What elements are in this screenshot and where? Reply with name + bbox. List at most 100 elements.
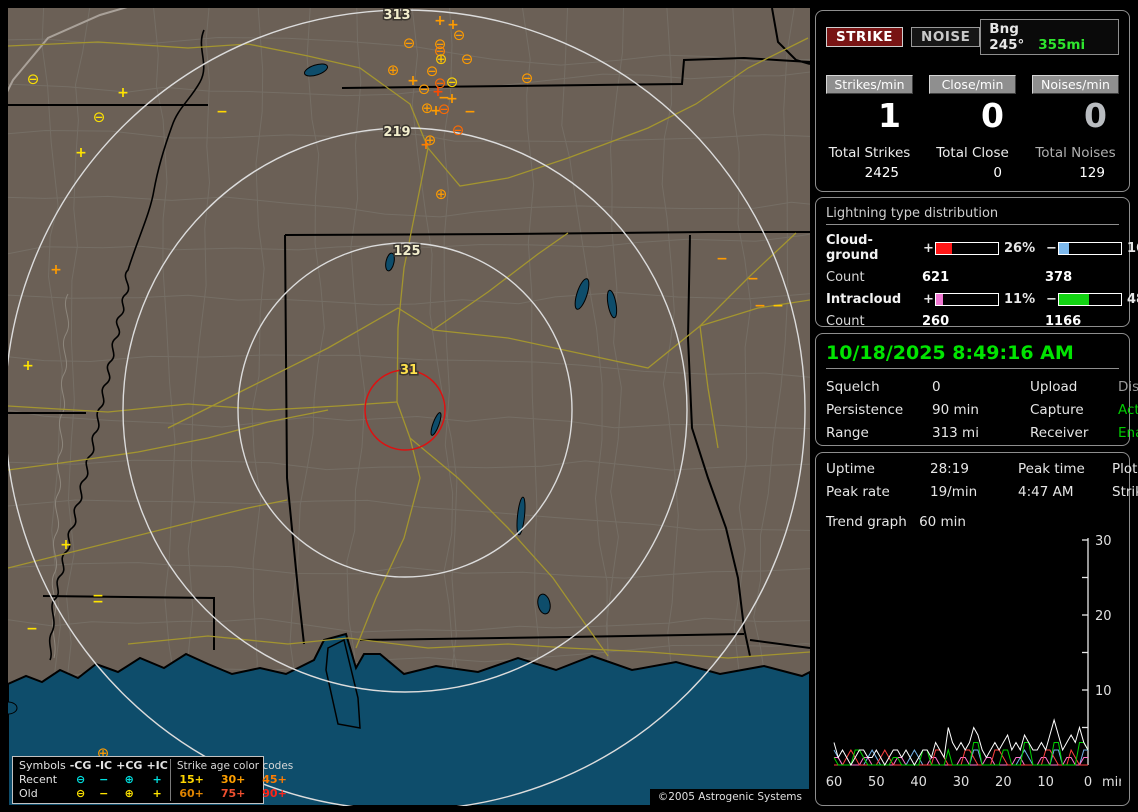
noises-per-min-label: Noises/min xyxy=(1032,75,1119,94)
strike-symbol-icp: + xyxy=(50,262,62,278)
peak-rate-label: Peak rate xyxy=(826,484,930,500)
ic-minus-sign: − xyxy=(1045,292,1058,307)
uptime-label: Uptime xyxy=(826,461,930,477)
strike-symbol-icp: + xyxy=(420,137,432,153)
trend-graph-label: Trend graph xyxy=(826,514,907,530)
svg-text:30: 30 xyxy=(953,775,970,790)
ring-label-125: 125 xyxy=(393,244,420,259)
old-cg-minus-icon: ⊖ xyxy=(68,787,94,801)
receiver-status: Enabled xyxy=(1118,425,1138,441)
ic-plus-bar xyxy=(935,293,999,306)
peak-time-value: 4:47 AM xyxy=(1018,484,1112,500)
cg-plus-bar xyxy=(935,242,999,255)
close-per-min-label: Close/min xyxy=(929,75,1016,94)
ic-plus-pct: 11% xyxy=(999,292,1045,307)
noises-per-min-value: 0 xyxy=(1032,96,1119,135)
age-15: 15+ xyxy=(170,773,212,787)
cg-plus-sign: + xyxy=(922,241,935,256)
total-strikes-label: Total Strikes xyxy=(826,145,913,161)
strike-symbol-icp: + xyxy=(75,145,87,161)
distribution-panel: Lightning type distribution Cloud-ground… xyxy=(815,197,1130,327)
upload-label: Upload xyxy=(1030,379,1118,395)
age-75: 75+ xyxy=(212,787,253,801)
strike-symbol-cgm: ⊖ xyxy=(403,34,416,52)
cg-plus-count: 621 xyxy=(922,270,1045,285)
age-60: 60+ xyxy=(170,787,212,801)
legend-col-pos-ic: +IC xyxy=(144,759,170,773)
strike-symbol-cgm: ⊖ xyxy=(93,108,106,126)
strike-symbol-icm: − xyxy=(92,594,104,610)
series-green xyxy=(834,743,1088,766)
cg-minus-bar xyxy=(1058,242,1122,255)
counters-panel: STRIKE NOISE Bng 245°355mi Strikes/min 1… xyxy=(815,10,1130,192)
svg-text:20: 20 xyxy=(995,775,1012,790)
recent-cg-plus-icon: ⊕ xyxy=(114,773,144,787)
strikes-per-min-label: Strikes/min xyxy=(826,75,913,94)
strike-symbol-cgm: ⊖ xyxy=(418,80,431,98)
old-cg-plus-icon: ⊕ xyxy=(114,787,144,801)
legend-col-neg-cg: -CG xyxy=(68,759,94,773)
strike-symbol-icm: − xyxy=(216,104,228,120)
legend-col-pos-cg: +CG xyxy=(114,759,144,773)
legend-age-title: Strike age color codes xyxy=(170,759,295,773)
strike-symbol-cgm: ⊖ xyxy=(452,121,465,139)
ring-label-313: 313 xyxy=(383,8,410,23)
ic-minus-count: 1166 xyxy=(1045,314,1138,329)
persistence-value: 90 min xyxy=(932,402,1030,418)
cg-plus-pct: 26% xyxy=(999,241,1045,256)
intracloud-label: Intracloud xyxy=(826,292,922,307)
ring-label-31: 31 xyxy=(400,363,418,378)
ring-label-219: 219 xyxy=(383,125,410,140)
squelch-value: 0 xyxy=(932,379,1030,395)
plot-header: Plot xyxy=(1112,461,1138,477)
svg-text:10: 10 xyxy=(1037,775,1054,790)
squelch-label: Squelch xyxy=(826,379,932,395)
ic-plus-sign: + xyxy=(922,292,935,307)
copyright-notice: ©2005 Astrogenic Systems xyxy=(650,789,810,806)
noise-toggle-button[interactable]: NOISE xyxy=(911,27,980,47)
total-close-value: 0 xyxy=(929,165,1016,181)
cg-minus-count: 378 xyxy=(1045,270,1138,285)
strike-symbol-icp: + xyxy=(434,13,446,29)
ic-minus-bar xyxy=(1058,293,1122,306)
strike-symbol-cgm: ⊖ xyxy=(521,69,534,87)
strike-symbol-icp: + xyxy=(117,85,129,101)
old-ic-plus-icon: + xyxy=(144,787,170,801)
bearing-readout: Bng 245°355mi xyxy=(980,19,1119,55)
strikes-column: Strikes/min 1 Total Strikes 2425 xyxy=(826,75,913,181)
cg-minus-pct: 16% xyxy=(1122,241,1138,256)
noises-column: Noises/min 0 Total Noises 129 xyxy=(1032,75,1119,181)
svg-text:10: 10 xyxy=(1095,684,1112,699)
close-column: Close/min 0 Total Close 0 xyxy=(929,75,1016,181)
age-30: 30+ xyxy=(212,773,253,787)
strike-symbol-icm: − xyxy=(26,621,38,637)
datetime-display: 10/18/2025 8:49:16 AM xyxy=(826,342,1119,369)
uptime-value: 28:19 xyxy=(930,461,1018,477)
ic-count-label: Count xyxy=(826,314,922,329)
strike-symbol-cgp: ⊕ xyxy=(387,61,400,79)
strike-symbol-icp: + xyxy=(60,537,72,553)
map-canvas[interactable]: ++⊖⊖⊖⊖⊕⊖⊕⊖+⊖⊖⊖+⊖−+⊕+⊖−⊖⊕+⊕−−−−−⊖+⊖++++−−… xyxy=(8,8,810,806)
bearing-distance: 355mi xyxy=(1038,37,1085,53)
strike-symbol-icm: − xyxy=(464,104,476,120)
persistence-label: Persistence xyxy=(826,402,932,418)
session-panel: Uptime 28:19 Peak time Plot Peak rate 19… xyxy=(815,452,1130,806)
strike-symbol-icm: − xyxy=(747,271,759,287)
strike-toggle-button[interactable]: STRIKE xyxy=(826,27,903,47)
age-90: 90+ xyxy=(254,787,295,801)
age-45: 45+ xyxy=(254,773,295,787)
strike-map[interactable]: ++⊖⊖⊖⊖⊕⊖⊕⊖+⊖⊖⊖+⊖−+⊕+⊖−⊖⊕+⊕−−−−−⊖+⊖++++−−… xyxy=(8,8,810,806)
svg-text:50: 50 xyxy=(868,775,885,790)
capture-label: Capture xyxy=(1030,402,1118,418)
recent-cg-minus-icon: ⊖ xyxy=(68,773,94,787)
receiver-label: Receiver xyxy=(1030,425,1118,441)
legend-col-neg-ic: -IC xyxy=(93,759,114,773)
total-noises-label: Total Noises xyxy=(1032,145,1119,161)
strike-symbol-cgm: ⊖ xyxy=(27,70,40,88)
legend-symbols-header: Symbols xyxy=(17,759,68,773)
cloud-ground-label: Cloud-ground xyxy=(826,233,922,263)
svg-text:30: 30 xyxy=(1095,534,1112,549)
recent-ic-minus-icon: − xyxy=(93,773,114,787)
app-window: ++⊖⊖⊖⊖⊕⊖⊕⊖+⊖⊖⊖+⊖−+⊕+⊖−⊖⊕+⊕−−−−−⊖+⊖++++−−… xyxy=(0,0,1138,812)
status-panel: 10/18/2025 8:49:16 AM Squelch 0 Upload D… xyxy=(815,333,1130,446)
